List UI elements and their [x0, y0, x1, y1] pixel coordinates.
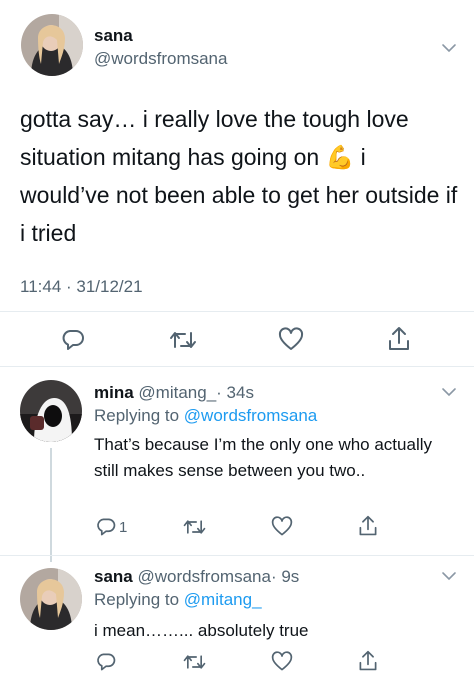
display-name[interactable]: mina [94, 383, 134, 402]
like-icon[interactable] [271, 651, 293, 673]
chevron-down-icon[interactable] [440, 39, 458, 57]
reply-header: sana @wordsfromsana· 9s [94, 567, 299, 587]
avatar[interactable] [20, 380, 82, 442]
reply-icon[interactable] [60, 327, 86, 353]
replying-to: Replying to @wordsfromsana [94, 406, 317, 426]
like-icon[interactable] [278, 327, 304, 353]
reply-text: i mean……... absolutely true [94, 621, 309, 640]
handle[interactable]: @wordsfromsana [137, 567, 270, 586]
avatar-image [21, 14, 83, 76]
reply-time[interactable]: · 9s [271, 567, 299, 586]
reply-time[interactable]: · 34s [216, 383, 254, 402]
retweet-icon[interactable] [182, 651, 207, 673]
like-icon[interactable] [271, 516, 293, 538]
chevron-down-icon[interactable] [440, 567, 458, 585]
flexed-biceps-emoji: 💪 [325, 144, 355, 170]
share-icon[interactable] [357, 649, 379, 673]
reply-text: That’s because I’m the only one who actu… [94, 435, 432, 480]
reply-count: 1 [119, 519, 128, 536]
replying-to-handle[interactable]: @wordsfromsana [184, 406, 317, 425]
replying-to-label: Replying to [94, 406, 180, 425]
divider [0, 311, 474, 312]
thread-line [50, 448, 52, 562]
tweet-text: gotta say… i really love the tough love … [20, 100, 460, 252]
reply-icon[interactable] [95, 516, 117, 538]
reply-icon[interactable] [95, 651, 117, 673]
retweet-icon[interactable] [182, 516, 207, 538]
handle[interactable]: @wordsfromsana [94, 49, 227, 69]
replying-to: Replying to @mitang_ [94, 590, 262, 610]
display-name[interactable]: sana [94, 567, 133, 586]
display-name[interactable]: sana [94, 26, 133, 46]
share-icon[interactable] [386, 325, 412, 353]
chevron-down-icon[interactable] [440, 383, 458, 401]
tweet-timestamp[interactable]: 11:44 · 31/12/21 [20, 277, 143, 297]
retweet-icon[interactable] [168, 327, 198, 353]
handle[interactable]: @mitang_ [138, 383, 216, 402]
divider [0, 366, 474, 367]
reply-header: mina @mitang_· 34s [94, 383, 254, 403]
replying-to-handle[interactable]: @mitang_ [184, 590, 262, 609]
avatar[interactable] [21, 14, 83, 76]
replying-to-label: Replying to [94, 590, 180, 609]
share-icon[interactable] [357, 514, 379, 538]
avatar[interactable] [20, 568, 82, 630]
avatar-image [20, 380, 82, 442]
divider [0, 555, 474, 556]
avatar-image [20, 568, 82, 630]
